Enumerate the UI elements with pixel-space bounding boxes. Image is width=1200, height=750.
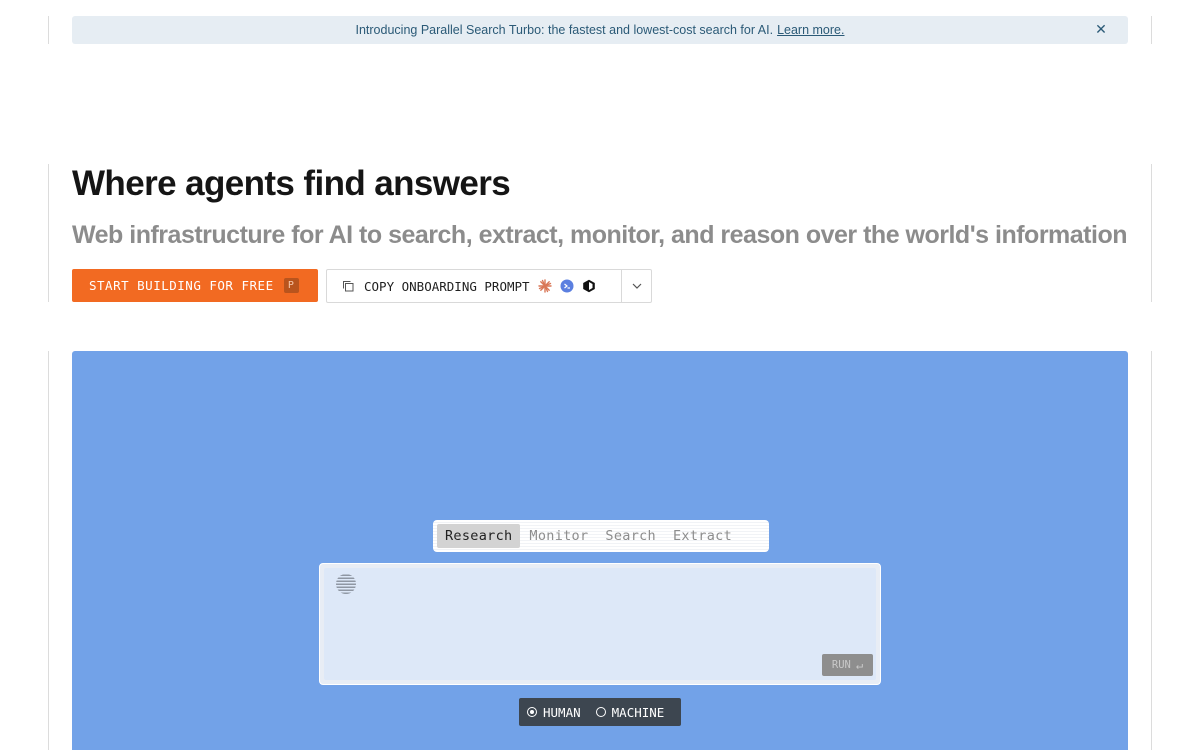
mode-option-human[interactable]: HUMAN [527,705,581,720]
close-icon[interactable]: ✕ [1094,21,1108,37]
mode-option-machine[interactable]: MACHINE [595,704,665,720]
prompt-dropdown-button[interactable] [621,270,651,302]
page-subtitle: Web infrastructure for AI to search, ext… [72,221,1128,249]
banner-text: Introducing Parallel Search Turbo: the f… [355,23,774,37]
announcement-banner: Introducing Parallel Search Turbo: the f… [72,16,1128,44]
cursor-icon [582,279,595,293]
enter-icon: ↵ [855,658,864,672]
frame-line [48,164,49,302]
mode-label-human: HUMAN [543,704,581,720]
start-building-label: START BUILDING FOR FREE [89,278,274,293]
copy-onboarding-prompt-button[interactable]: COPY ONBOARDING PROMPT [327,270,621,302]
mode-toggle: HUMAN MACHINE [519,698,681,726]
run-button[interactable]: RUN ↵ [822,654,873,676]
query-input[interactable]: RUN ↵ [324,568,876,680]
claude-icon [537,279,552,293]
tab-search[interactable]: Search [597,524,664,548]
learn-more-link[interactable]: Learn more. [777,23,844,37]
run-label: RUN [831,659,851,671]
loading-icon [336,574,356,594]
frame-line [1151,16,1152,44]
query-input-box: RUN ↵ [319,563,881,685]
frame-line [48,16,49,44]
chevron-down-icon [632,283,641,289]
demo-panel: Research Monitor Search Extract RUN ↵ HU… [72,351,1128,750]
onboarding-prompt-group: COPY ONBOARDING PROMPT [326,269,652,303]
mode-label-machine: MACHINE [611,704,665,720]
tab-extract[interactable]: Extract [665,524,740,548]
gemini-icon [560,279,574,293]
copy-onboarding-label: COPY ONBOARDING PROMPT [364,278,530,294]
copy-icon [343,281,354,292]
api-tabs: Research Monitor Search Extract [433,520,769,552]
tab-research[interactable]: Research [437,524,521,548]
frame-line [1151,164,1152,302]
shortcut-badge: P [283,278,299,293]
radio-selected-icon [527,707,537,717]
page-title: Where agents find answers [72,164,511,203]
frame-line [48,351,49,750]
tab-monitor[interactable]: Monitor [521,524,596,548]
start-building-button[interactable]: START BUILDING FOR FREE P [72,269,318,302]
radio-icon [595,707,606,717]
frame-line [1151,351,1152,750]
